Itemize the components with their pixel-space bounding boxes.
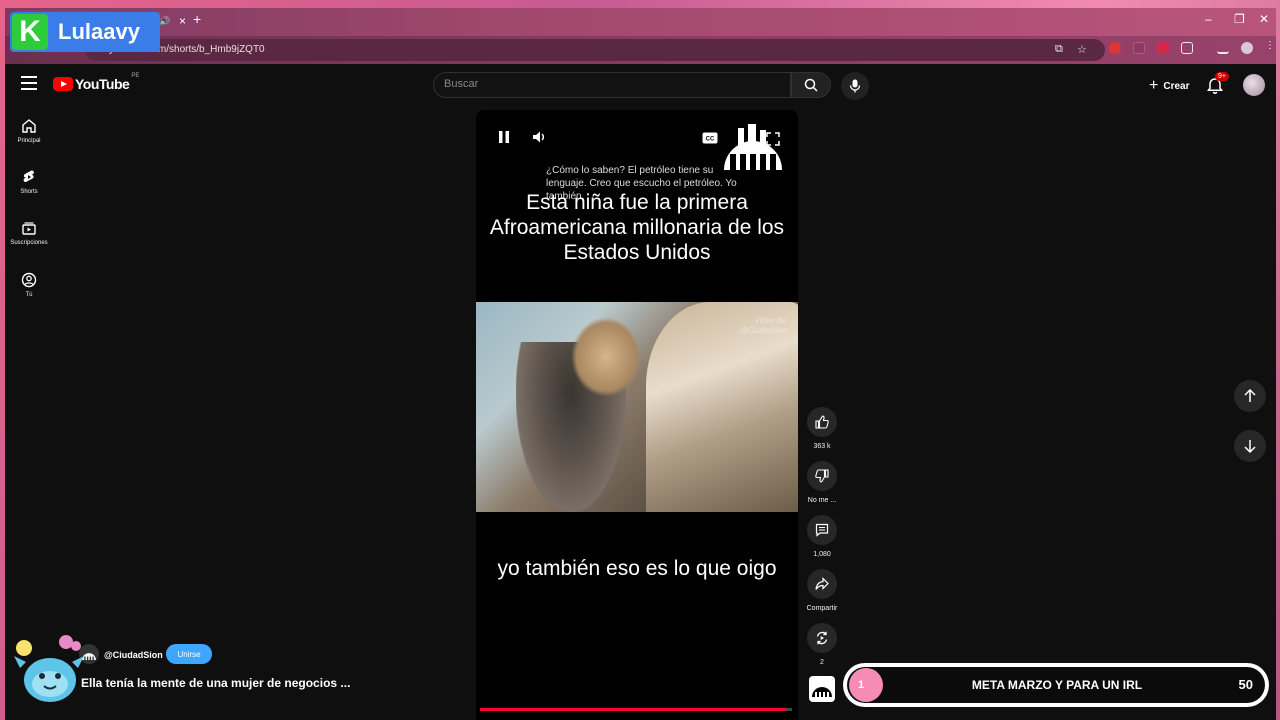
remix-count: 2: [820, 659, 824, 666]
sound-thumbnail[interactable]: [809, 676, 835, 702]
mascot-character-image: [14, 635, 84, 702]
minimize-button[interactable]: –: [1205, 12, 1212, 26]
shorts-icon: [23, 170, 34, 183]
logo-badge: K: [12, 14, 48, 50]
country-code: PE: [131, 73, 140, 79]
new-tab-button[interactable]: +: [193, 11, 201, 27]
video-progress-fill: [480, 708, 786, 711]
previous-short-button[interactable]: [1234, 380, 1266, 412]
stream-goal-bar: 1 META MARZO Y PARA UN IRL 50: [843, 663, 1269, 707]
player-controls: CC: [476, 110, 798, 170]
sidebar-label: Shorts: [20, 189, 38, 195]
arrow-up-icon: [1244, 389, 1256, 402]
video-title[interactable]: Ella tenía la mente de una mujer de nego…: [81, 676, 350, 690]
plus-icon: +: [1149, 77, 1159, 94]
streamer-logo: K Lulaavy: [10, 12, 160, 52]
streamer-name: Lulaavy: [58, 19, 140, 44]
youtube-wordmark: YouTube: [75, 76, 130, 92]
video-frame-image: Video de: @Ciudadsion: [476, 302, 798, 512]
bookmark-star-icon[interactable]: ☆: [1077, 43, 1087, 56]
scene-figure: [571, 317, 641, 397]
audio-playing-icon[interactable]: 🔊: [159, 16, 170, 27]
channel-logo-icon: [812, 687, 832, 697]
microphone-icon: [849, 79, 861, 93]
next-short-button[interactable]: [1234, 430, 1266, 462]
omnibox[interactable]: youtube.com/shorts/b_Hmb9jZQT0 ⧉ ☆: [85, 39, 1105, 61]
share-arrow-icon: [815, 577, 829, 590]
remix-icon: [816, 631, 828, 645]
goal-current-count: 1: [849, 668, 883, 702]
share-action[interactable]: Compartir: [802, 569, 842, 612]
like-action[interactable]: 363 k: [802, 407, 842, 450]
create-label: Crear: [1163, 80, 1190, 92]
sidebar-item-principal[interactable]: Principal: [5, 118, 53, 144]
subscriptions-icon: [22, 222, 36, 235]
video-credit: Video de: @Ciudadsion: [739, 316, 788, 335]
close-window-button[interactable]: ✕: [1259, 12, 1269, 26]
youtube-header: YouTube PE + Crear 9+: [5, 64, 1276, 108]
profile-icon[interactable]: [1241, 42, 1253, 54]
maximize-button[interactable]: ❐: [1234, 12, 1245, 26]
install-app-icon[interactable]: ⧉: [1055, 43, 1063, 56]
video-subtitle: yo también eso es lo que oigo: [497, 557, 777, 580]
volume-icon[interactable]: [532, 130, 548, 144]
user-avatar[interactable]: [1243, 74, 1265, 96]
address-bar-row: ↻ youtube.com/shorts/b_Hmb9jZQT0 ⧉ ☆ ⋮: [5, 36, 1276, 64]
arrow-down-icon: [1244, 440, 1256, 453]
share-button[interactable]: [807, 569, 837, 599]
comment-count: 1,080: [813, 551, 831, 558]
pause-icon[interactable]: [498, 130, 510, 144]
youtube-play-icon: [53, 77, 73, 91]
create-button[interactable]: + Crear: [1141, 74, 1197, 98]
sidebar-item-shorts[interactable]: Shorts: [5, 169, 53, 195]
comment-icon: [815, 523, 829, 537]
browser-window: 🔊 × + – ❐ ✕ ↻ youtube.com/shorts/b_Hmb9j…: [5, 8, 1276, 720]
goal-bar-inner: 1 META MARZO Y PARA UN IRL 50: [847, 667, 1265, 703]
media-control-icon[interactable]: [1217, 42, 1229, 54]
search-button[interactable]: [791, 72, 831, 98]
browser-titlebar: 🔊 × + – ❐ ✕: [5, 8, 1276, 36]
remix-action[interactable]: 2: [802, 623, 842, 666]
like-button[interactable]: [807, 407, 837, 437]
join-button[interactable]: Unirse: [166, 644, 212, 664]
search-input[interactable]: [444, 78, 744, 90]
menu-dots-icon[interactable]: ⋮: [1265, 40, 1276, 52]
sidebar-label: Principal: [17, 138, 41, 144]
thumbs-up-icon: [815, 415, 829, 429]
dislike-label: No me ...: [807, 497, 837, 504]
sidebar-item-tu[interactable]: Tú: [5, 272, 53, 298]
notification-badge: 9+: [1215, 72, 1229, 81]
dislike-action[interactable]: No me ...: [802, 461, 842, 504]
close-tab-icon[interactable]: ×: [179, 14, 186, 28]
search-icon: [804, 78, 818, 92]
extension-icon[interactable]: [1109, 42, 1121, 54]
video-progress-bar[interactable]: [480, 708, 792, 711]
dislike-button[interactable]: [807, 461, 837, 491]
sidebar-item-suscripciones[interactable]: Suscripciones: [5, 220, 53, 246]
you-icon: [21, 272, 37, 288]
remix-button[interactable]: [807, 623, 837, 653]
search-box: [433, 72, 791, 98]
extension-icon[interactable]: [1157, 42, 1169, 54]
channel-name[interactable]: @CiudadSion: [104, 650, 163, 660]
share-label: Compartir: [806, 605, 838, 612]
thumbs-down-icon: [815, 469, 829, 483]
comments-button[interactable]: [807, 515, 837, 545]
like-count: 363 k: [813, 443, 831, 450]
svg-text:CC: CC: [706, 137, 715, 143]
extension-icon[interactable]: [1133, 42, 1145, 54]
extensions-puzzle-icon[interactable]: [1181, 42, 1193, 54]
video-headline: Esta niña fue la primera Afroamericana m…: [489, 191, 785, 264]
shorts-video-player[interactable]: CC ¿Cómo lo saben? El petróleo tiene su …: [476, 110, 798, 720]
voice-search-button[interactable]: [841, 72, 869, 100]
hamburger-menu-icon[interactable]: [21, 76, 37, 94]
comments-action[interactable]: 1,080: [802, 515, 842, 558]
closed-captions-icon[interactable]: CC: [702, 132, 718, 144]
sidebar-label: Tú: [25, 292, 33, 298]
youtube-logo[interactable]: YouTube PE: [53, 73, 140, 92]
sidebar-label: Suscripciones: [10, 240, 48, 246]
goal-target: 50: [1238, 677, 1253, 692]
goal-title: META MARZO Y PARA UN IRL: [971, 678, 1143, 692]
home-icon: [22, 119, 36, 133]
